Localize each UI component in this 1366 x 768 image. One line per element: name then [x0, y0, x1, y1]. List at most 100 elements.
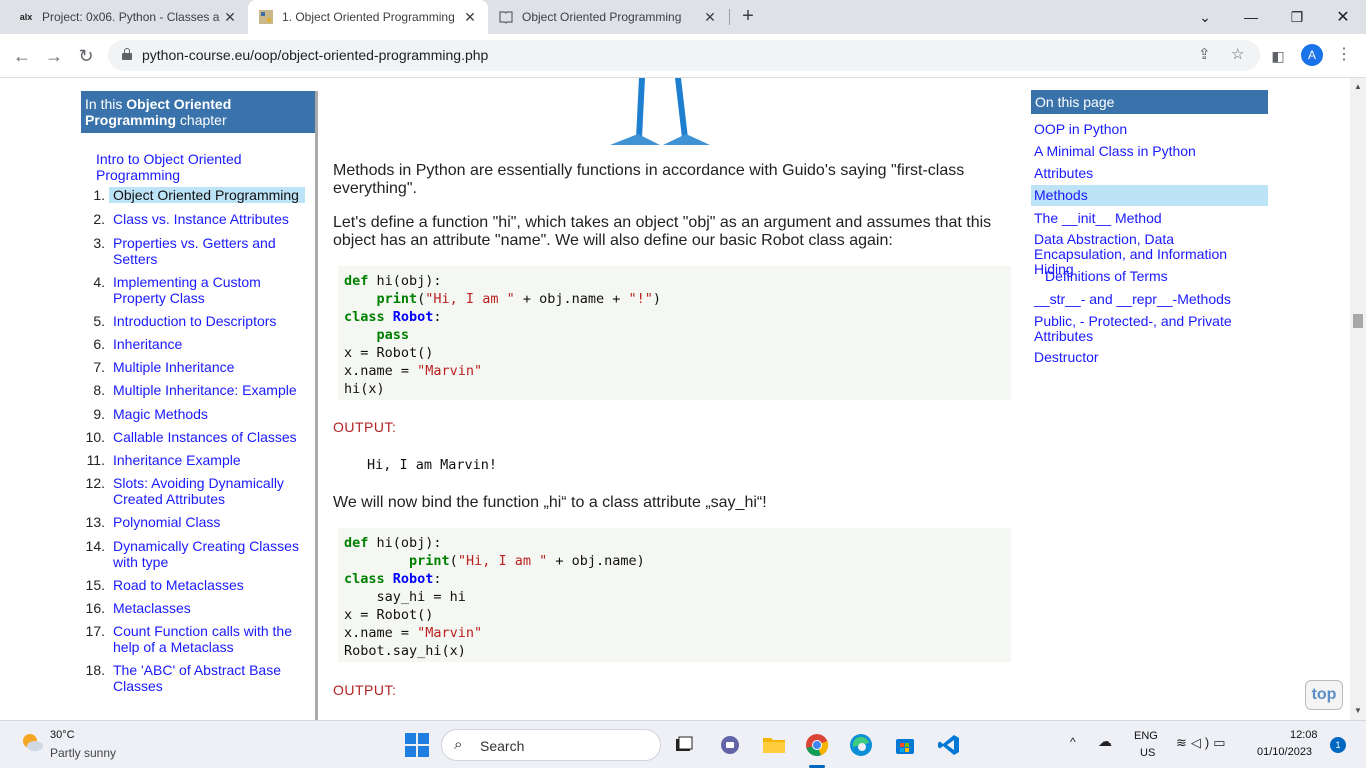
tab-object-oriented-programming-2[interactable]: Object Oriented Programming ✕ [488, 0, 728, 34]
toc-link[interactable]: Public, - Protected-, and Private Attrib… [1031, 314, 1268, 344]
lock-icon[interactable] [122, 48, 132, 60]
chapter-label[interactable]: Class vs. Instance Attributes [109, 211, 305, 227]
chapter-item[interactable]: 10. Callable Instances of Classes [81, 429, 315, 445]
new-tab-button[interactable]: + [736, 5, 760, 29]
chapter-label[interactable]: The 'ABC' of Abstract Base Classes [109, 662, 305, 694]
close-tab-icon[interactable]: ✕ [462, 9, 478, 26]
show-hidden-icons-chevron-icon[interactable]: ^ [1070, 735, 1076, 749]
close-tab-icon[interactable]: ✕ [222, 9, 238, 26]
code-line: def hi(obj): [344, 273, 442, 289]
chapter-item[interactable]: 18. The 'ABC' of Abstract Base Classes [81, 662, 315, 694]
chapter-item[interactable]: 13. Polynomial Class [81, 514, 315, 530]
toc-link-current[interactable]: Methods [1031, 185, 1268, 206]
chapter-item[interactable]: 7. Multiple Inheritance [81, 359, 315, 375]
chapter-label[interactable]: Introduction to Descriptors [109, 313, 305, 329]
chapter-label[interactable]: Metaclasses [109, 600, 305, 616]
chapter-item[interactable]: 14. Dynamically Creating Classes with typ… [81, 538, 315, 570]
code-block-1[interactable]: def hi(obj): print("Hi, I am " + obj.nam… [338, 266, 1011, 400]
chapter-item[interactable]: 12. Slots: Avoiding Dynamically Created A… [81, 475, 315, 507]
tab-object-oriented-programming[interactable]: 1. Object Oriented Programming ✕ [248, 0, 488, 34]
chapter-label[interactable]: Road to Metaclasses [109, 577, 305, 593]
address-bar[interactable]: python-course.eu/oop/object-oriented-pro… [108, 40, 1260, 71]
chrome-icon[interactable] [801, 729, 833, 761]
chapter-number: 7. [93, 359, 105, 375]
chapter-item[interactable]: 5. Introduction to Descriptors [81, 313, 315, 329]
chapter-item[interactable]: 4. Implementing a Custom Property Class [81, 274, 315, 306]
chapter-label[interactable]: Slots: Avoiding Dynamically Created Attr… [109, 475, 305, 507]
back-to-top-button[interactable]: top [1305, 680, 1343, 710]
chapter-item[interactable]: 9. Magic Methods [81, 406, 315, 422]
tab-alx-project[interactable]: alx Project: 0x06. Python - Classes a ✕ [8, 0, 248, 34]
chapter-item[interactable]: 11. Inheritance Example [81, 452, 315, 468]
chapter-item[interactable]: 2. Class vs. Instance Attributes [81, 211, 315, 227]
chapter-label[interactable]: Properties vs. Getters and Setters [109, 235, 305, 267]
chapter-item[interactable]: 15. Road to Metaclasses [81, 577, 315, 593]
scroll-up-arrow-icon[interactable]: ▲ [1354, 82, 1362, 91]
file-explorer-icon[interactable] [758, 729, 790, 761]
minimize-button[interactable]: — [1228, 0, 1274, 34]
wifi-icon[interactable]: ≋ [1176, 735, 1191, 750]
chapter-label[interactable]: Callable Instances of Classes [109, 429, 305, 445]
network-volume-battery-icons[interactable]: ≋◁)▭ [1176, 735, 1230, 751]
chapter-label[interactable]: Polynomial Class [109, 514, 305, 530]
toc-link[interactable]: The __init__ Method [1031, 211, 1268, 226]
bookmark-star-icon[interactable]: ☆ [1231, 45, 1244, 63]
chapter-item[interactable]: 17. Count Function calls with the help of… [81, 623, 315, 655]
scroll-thumb[interactable] [1353, 314, 1363, 328]
language-region[interactable]: US [1140, 747, 1155, 759]
chapter-item[interactable]: 8. Multiple Inheritance: Example [81, 382, 315, 398]
windows-start-icon[interactable] [405, 733, 429, 757]
taskbar-search[interactable]: ⌕ Search [441, 729, 661, 761]
share-icon[interactable]: ⇪ [1198, 45, 1211, 63]
chapter-label[interactable]: Multiple Inheritance [109, 359, 305, 375]
toc-link[interactable]: Attributes [1031, 166, 1268, 181]
back-button[interactable]: ← [10, 44, 34, 68]
toc-link[interactable]: A Minimal Class in Python [1031, 144, 1268, 159]
chapter-item[interactable]: 6. Inheritance [81, 336, 315, 352]
side-panel-icon[interactable]: ◧ [1266, 44, 1290, 68]
chapter-item[interactable]: 16. Metaclasses [81, 600, 315, 616]
chapter-label[interactable]: Multiple Inheritance: Example [109, 382, 305, 398]
chapter-label[interactable]: Count Function calls with the help of a … [109, 623, 305, 655]
scroll-down-arrow-icon[interactable]: ▼ [1354, 706, 1362, 715]
tab-search-chevron-icon[interactable]: ⌄ [1182, 0, 1228, 34]
toc-link[interactable]: __str__- and __repr__-Methods [1031, 292, 1268, 307]
restore-button[interactable]: ❐ [1274, 0, 1320, 34]
profile-avatar[interactable]: A [1301, 44, 1323, 66]
battery-icon[interactable]: ▭ [1213, 735, 1229, 750]
browser-menu-icon[interactable]: ⋮ [1336, 44, 1352, 64]
notification-badge[interactable]: 1 [1330, 737, 1346, 753]
output-label: OUTPUT: [333, 682, 397, 698]
microsoft-store-icon[interactable] [889, 729, 921, 761]
onedrive-cloud-icon[interactable]: ☁ [1098, 733, 1112, 750]
code-line: pass [376, 327, 410, 343]
forward-button[interactable]: → [42, 44, 66, 68]
clock-date[interactable]: 01/10/2023 [1257, 746, 1312, 758]
chapter-label[interactable]: Object Oriented Programming [109, 187, 305, 203]
chapter-label[interactable]: Inheritance Example [109, 452, 305, 468]
url-text[interactable]: python-course.eu/oop/object-oriented-pro… [142, 47, 488, 63]
chapter-item[interactable]: 1. Object Oriented Programming [81, 187, 315, 203]
vscode-icon[interactable] [933, 729, 965, 761]
reload-button[interactable]: ↻ [74, 44, 98, 68]
chapter-label[interactable]: Dynamically Creating Classes with type [109, 538, 305, 570]
close-window-button[interactable]: ✕ [1320, 0, 1366, 34]
chapter-label[interactable]: Magic Methods [109, 406, 305, 422]
teams-chat-icon[interactable] [714, 729, 746, 761]
task-view-icon[interactable] [668, 729, 700, 761]
toc-link[interactable]: Destructor [1031, 350, 1268, 365]
language-indicator[interactable]: ENG [1134, 730, 1158, 742]
toc-link[interactable]: Definitions of Terms [1031, 269, 1268, 284]
intro-to-oop-link[interactable]: Intro to Object Oriented Programming [96, 151, 296, 183]
toc-link[interactable]: OOP in Python [1031, 122, 1268, 137]
chapter-number: 10. [85, 429, 105, 445]
clock-time[interactable]: 12:08 [1290, 729, 1318, 741]
code-block-2[interactable]: def hi(obj): print("Hi, I am " + obj.nam… [338, 528, 1011, 662]
chapter-label[interactable]: Inheritance [109, 336, 305, 352]
edge-icon[interactable] [845, 729, 877, 761]
page-scrollbar[interactable]: ▲ ▼ [1350, 78, 1366, 720]
chapter-item[interactable]: 3. Properties vs. Getters and Setters [81, 235, 315, 267]
chapter-label[interactable]: Implementing a Custom Property Class [109, 274, 305, 306]
volume-icon[interactable]: ◁) [1191, 735, 1213, 750]
close-tab-icon[interactable]: ✕ [702, 9, 718, 26]
